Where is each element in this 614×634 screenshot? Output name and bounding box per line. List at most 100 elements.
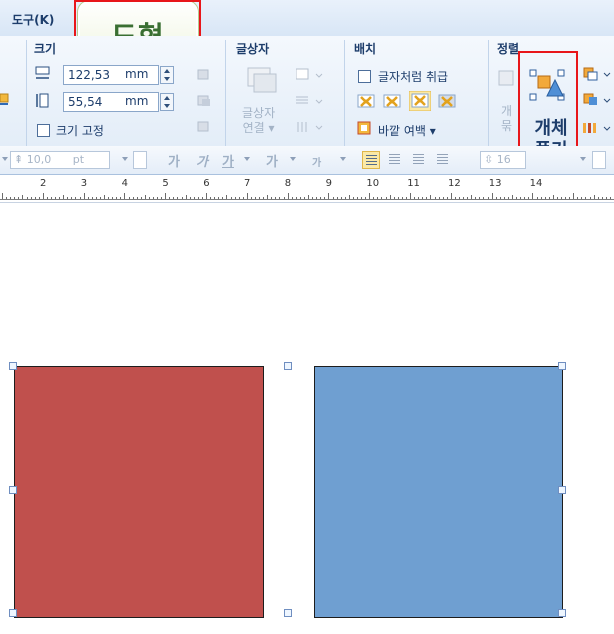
treat-as-char-checkbox[interactable]	[358, 70, 371, 83]
align-right-icon	[437, 154, 448, 165]
arrange-back-icon[interactable]	[196, 94, 212, 108]
superscript-caret[interactable]	[340, 157, 346, 161]
selection-handle[interactable]	[9, 486, 17, 494]
width-icon	[35, 66, 51, 80]
font-size-spinner[interactable]	[133, 151, 147, 169]
textbox-align-icon[interactable]	[296, 94, 326, 108]
format-toolbar: ⇞ 10,0 pt 가 가 가 가 가 ⇳ 16	[0, 146, 614, 175]
document-canvas[interactable]	[0, 203, 614, 634]
align-left-icon	[389, 154, 400, 165]
outer-margin-icon[interactable]	[357, 121, 371, 135]
ruler-number: 3	[80, 178, 88, 189]
font-size-value: 10,0	[26, 153, 52, 166]
partial-shape-icon[interactable]	[0, 92, 10, 106]
height-value: 55,54	[68, 95, 103, 109]
font-size-icon: ⇞	[14, 153, 24, 166]
blue-square-shape[interactable]	[314, 366, 563, 618]
ruler-number: 13	[488, 178, 502, 189]
separator	[488, 40, 489, 150]
ruler-number: 6	[203, 178, 210, 189]
wrap-square-icon[interactable]	[357, 93, 375, 109]
group-objects-label[interactable]: 개 묶	[501, 104, 512, 134]
height-icon	[35, 93, 51, 109]
line-spacing-icon: ⇳	[484, 153, 494, 166]
outer-margin-label[interactable]: 바깥 여백 ▾	[378, 122, 436, 139]
arrange-front-icon[interactable]	[196, 68, 212, 82]
align-option-1-icon[interactable]	[582, 66, 612, 82]
selection-handle[interactable]	[284, 609, 292, 617]
textbox-link-icon[interactable]	[244, 64, 280, 98]
wrap-front-icon[interactable]	[438, 93, 456, 109]
wrap-tight-icon[interactable]	[383, 93, 401, 109]
horizontal-ruler[interactable]: 2 3 4 5 6 7 8 9 10 11 12 13 14	[0, 178, 614, 203]
textbox-group-title: 글상자	[236, 42, 270, 56]
group-objects-label-line2: 묶	[501, 119, 513, 133]
align-group-title: 정렬	[497, 42, 520, 56]
ruler-number: 14	[529, 178, 543, 189]
superscript-button[interactable]: 가	[312, 154, 321, 169]
height-spinner[interactable]	[160, 93, 174, 111]
ruler-number: 8	[284, 178, 292, 189]
textbox-link-label-line1: 글상자	[242, 106, 276, 120]
arrange-other-icon[interactable]	[196, 120, 212, 134]
ruler-number: 5	[162, 178, 169, 189]
height-unit: mm	[125, 94, 149, 108]
ruler-number: 4	[121, 178, 128, 189]
textbox-option-icon[interactable]	[295, 68, 326, 82]
ungroup-label-line1: 개체	[534, 118, 568, 139]
selection-handle[interactable]	[558, 362, 566, 370]
separator	[344, 40, 345, 150]
arrange-group-title: 배치	[354, 42, 377, 56]
line-spacing-spinner[interactable]	[592, 151, 606, 169]
strike-button[interactable]: 가	[266, 151, 278, 170]
selection-handle[interactable]	[558, 486, 566, 494]
red-square-shape[interactable]	[14, 366, 264, 618]
align-center-button[interactable]	[410, 151, 428, 169]
ruler-number: 12	[448, 178, 461, 189]
textbox-link-label[interactable]: 글상자 연결 ▾	[242, 106, 275, 136]
font-size-unit: pt	[72, 153, 85, 166]
width-spinner[interactable]	[160, 66, 174, 84]
size-group-title: 크기	[34, 42, 57, 56]
selection-handle[interactable]	[9, 362, 17, 370]
ungroup-icon[interactable]	[528, 68, 568, 104]
selection-handle[interactable]	[9, 609, 17, 617]
bold-button[interactable]: 가	[168, 151, 180, 170]
strike-caret[interactable]	[290, 157, 296, 161]
textbox-valign-icon[interactable]	[296, 120, 326, 134]
ruler-number: 11	[407, 178, 420, 189]
align-justify-button[interactable]	[362, 151, 380, 169]
fix-size-label: 크기 고정	[56, 124, 104, 138]
underline-caret[interactable]	[244, 157, 250, 161]
ruler-baseline	[0, 199, 614, 200]
line-spacing-value: 16	[496, 153, 511, 166]
line-spacing-caret[interactable]	[580, 157, 586, 161]
align-option-3-icon[interactable]	[582, 120, 612, 136]
tools-menu[interactable]: 도구(K)	[12, 11, 54, 28]
ruler-number: 2	[40, 178, 47, 189]
line-spacing-input[interactable]: ⇳ 16	[480, 151, 526, 169]
underline-button[interactable]: 가	[222, 151, 234, 170]
group-objects-icon[interactable]	[498, 68, 516, 90]
ruler-number: 9	[325, 178, 332, 189]
font-size-caret[interactable]	[122, 157, 128, 161]
align-left-button[interactable]	[386, 151, 404, 169]
group-objects-label-line1: 개	[501, 104, 513, 118]
align-right-button[interactable]	[434, 151, 452, 169]
ribbon: 크기 122,53 mm 55,54 mm 크기 고정 글상자 글상자 연결 ▾	[0, 36, 614, 161]
fix-size-checkbox[interactable]	[37, 124, 50, 137]
width-value: 122,53	[68, 68, 110, 82]
textbox-link-label-line2: 연결 ▾	[242, 121, 275, 135]
selection-handle[interactable]	[558, 609, 566, 617]
selection-handle[interactable]	[284, 362, 292, 370]
font-size-input[interactable]: ⇞ 10,0 pt	[10, 151, 110, 169]
width-unit: mm	[125, 67, 149, 81]
italic-button[interactable]: 가	[196, 151, 208, 170]
font-dropdown-caret[interactable]	[2, 157, 8, 161]
treat-as-char-label: 글자처럼 취급	[378, 70, 449, 84]
wrap-behind-icon[interactable]	[408, 90, 432, 112]
separator	[225, 40, 226, 150]
align-option-2-icon[interactable]	[582, 92, 612, 108]
ruler-number: 10	[366, 178, 380, 189]
align-justify-icon	[366, 155, 377, 166]
